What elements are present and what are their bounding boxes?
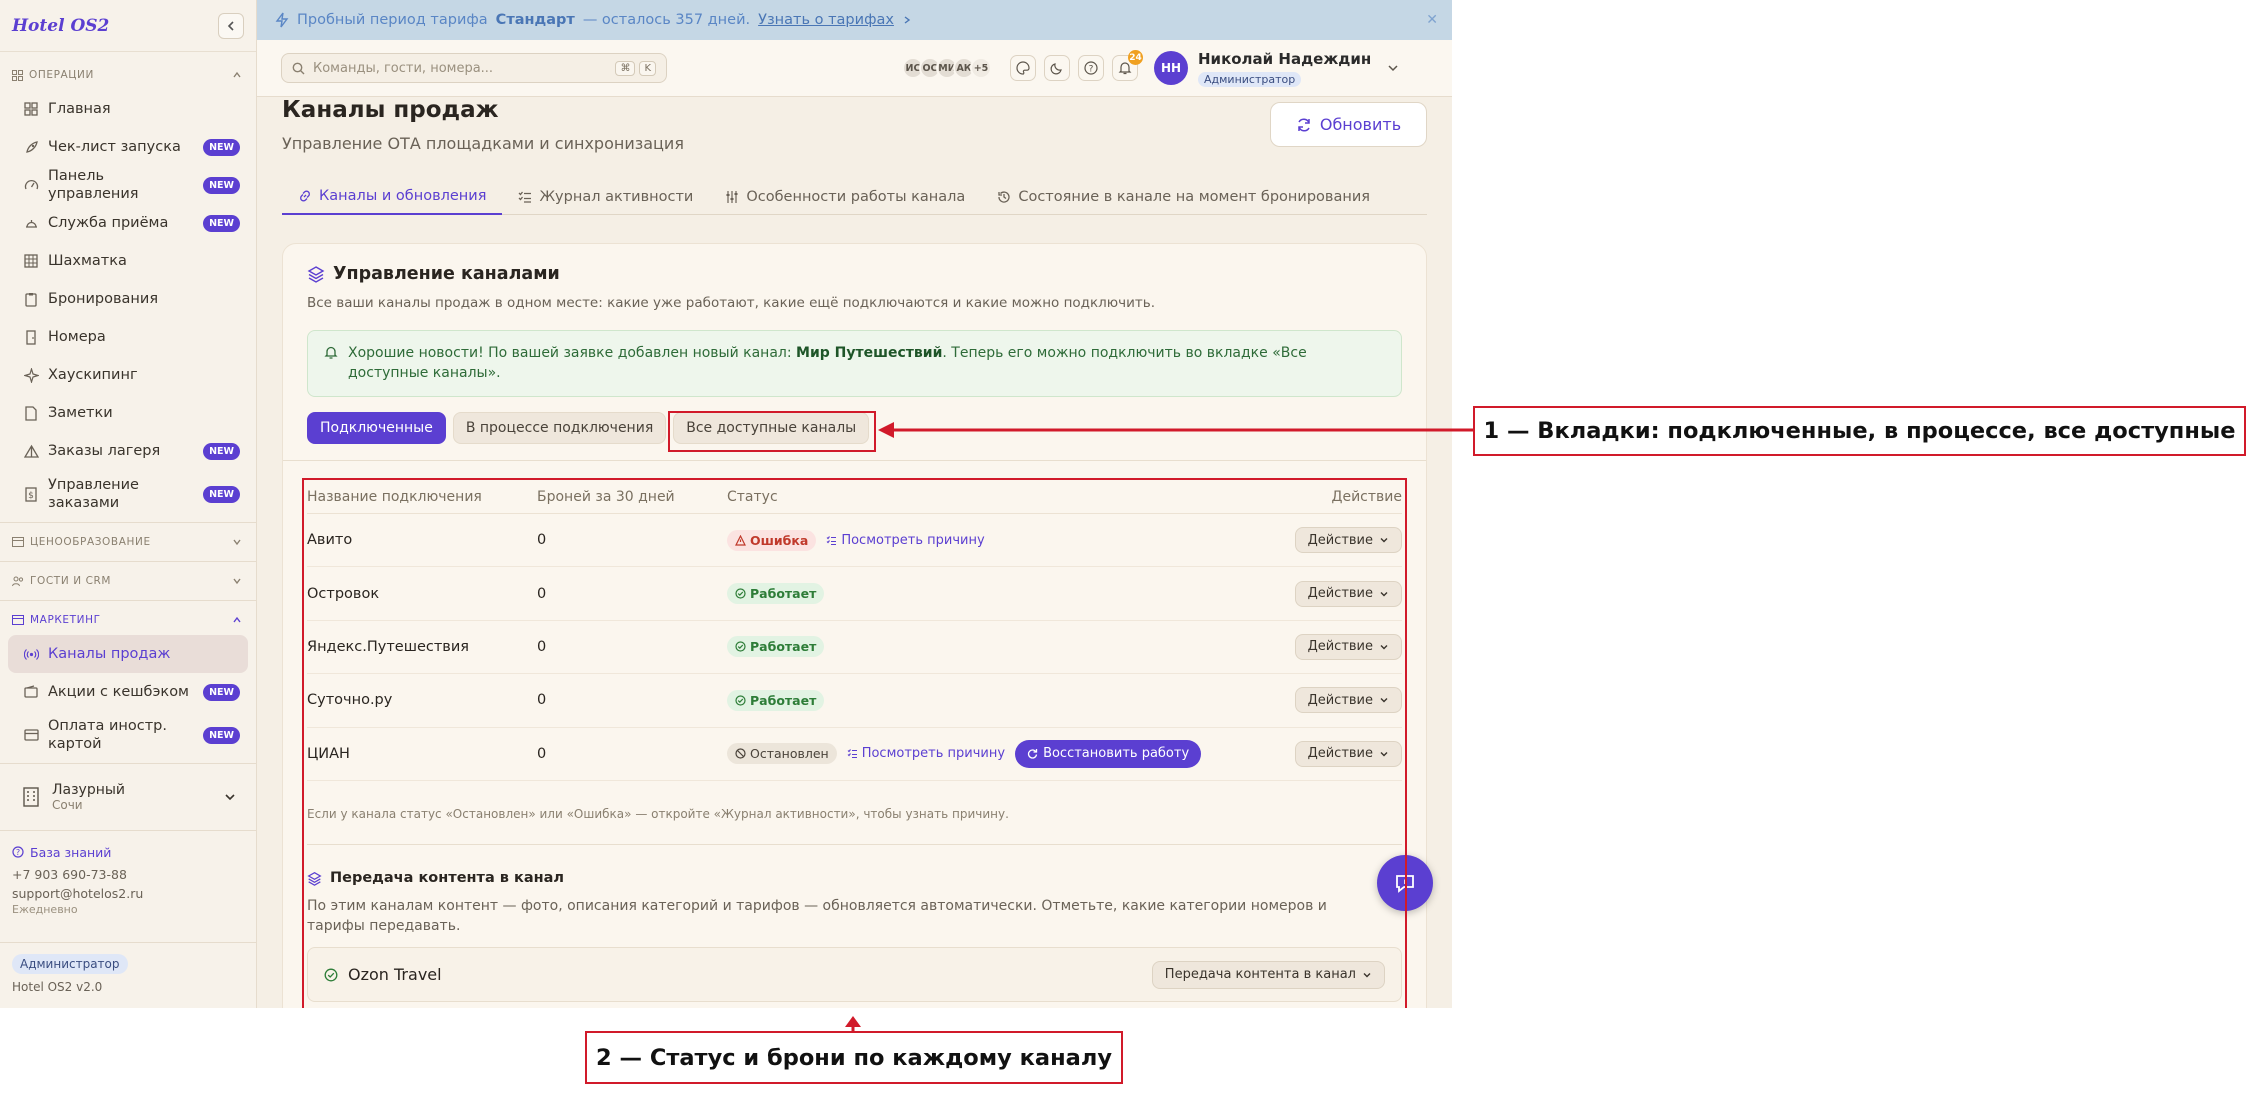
callout-1: 1 — Вкладки: подключенные, в процессе, в…	[1473, 406, 2246, 456]
arrowhead	[878, 422, 894, 438]
arrowhead	[845, 1016, 861, 1027]
callout-2: 2 — Статус и брони по каждому каналу	[585, 1031, 1123, 1084]
annotation-arrows	[845, 422, 1473, 1033]
screenshot-root: Hotel OS2 ОПЕРАЦИИ Главная Чек-лист запу…	[0, 0, 2251, 1099]
